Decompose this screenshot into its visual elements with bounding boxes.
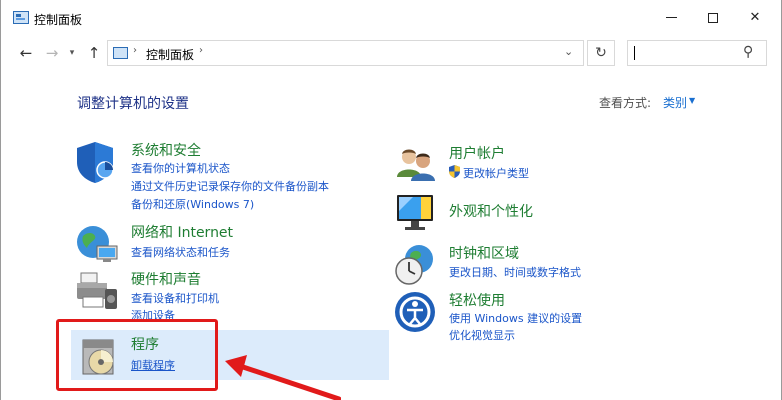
link-file-history-backup[interactable]: 通过文件历史记录保存你的文件备份副本 [131, 178, 329, 194]
monitor-paint-icon [397, 195, 433, 230]
category-title[interactable]: 网络和 Internet [131, 222, 233, 242]
link-change-account-type[interactable]: 更改帐户类型 [463, 165, 529, 181]
control-panel-window: 控制面板 ✕ ← → ▾ ↑ › 控制面板 › ⌄ ↻ ⚲ 调整计算机的设置 查… [0, 0, 782, 400]
recent-locations-button[interactable]: ▾ [65, 42, 79, 64]
search-input[interactable]: ⚲ [627, 40, 767, 66]
category-title[interactable]: 轻松使用 [449, 290, 505, 310]
navigation-bar: ← → ▾ ↑ › 控制面板 › ⌄ ↻ ⚲ [1, 36, 781, 72]
address-dropdown-icon[interactable]: ⌄ [564, 45, 573, 58]
category-title[interactable]: 时钟和区域 [449, 243, 519, 263]
category-title[interactable]: 系统和安全 [131, 140, 201, 160]
maximize-icon [708, 12, 718, 23]
category-title[interactable]: 硬件和声音 [131, 269, 201, 289]
close-icon: ✕ [749, 10, 761, 25]
category-system-security: 系统和安全 查看你的计算机状态 通过文件历史记录保存你的文件备份副本 备份和还原… [75, 140, 375, 212]
address-bar[interactable]: › 控制面板 › ⌄ [107, 40, 584, 66]
ease-of-access-icon [395, 292, 435, 332]
shield-icon [77, 142, 114, 183]
link-devices-printers[interactable]: 查看设备和打印机 [131, 290, 219, 306]
link-optimize-visual-display[interactable]: 优化视觉显示 [449, 327, 515, 343]
up-arrow-icon: ↑ [87, 44, 101, 62]
category-title[interactable]: 用户帐户 [449, 143, 505, 163]
breadcrumb-separator[interactable]: › [133, 45, 137, 56]
link-view-computer-status[interactable]: 查看你的计算机状态 [131, 160, 230, 176]
category-network-internet: 网络和 Internet 查看网络状态和任务 [75, 222, 375, 266]
minimize-button[interactable] [651, 6, 691, 30]
window-title: 控制面板 [34, 13, 83, 27]
annotation-highlight-box [56, 319, 218, 391]
control-panel-icon [113, 47, 128, 59]
title-bar[interactable]: 控制面板 ✕ [1, 0, 781, 36]
category-user-accounts: 用户帐户 更改帐户类型 [393, 143, 693, 187]
link-date-time-format[interactable]: 更改日期、时间或数字格式 [449, 264, 581, 280]
network-globe-icon [77, 226, 118, 262]
category-hardware-sound: 硬件和声音 查看设备和打印机 添加设备 [75, 269, 375, 323]
refresh-icon: ↻ [595, 45, 607, 61]
link-windows-suggested-settings[interactable]: 使用 Windows 建议的设置 [449, 310, 582, 326]
breadcrumb-control-panel[interactable]: 控制面板 [146, 46, 194, 63]
search-icon[interactable]: ⚲ [743, 44, 753, 60]
category-title[interactable]: 外观和个性化 [449, 201, 533, 221]
up-button[interactable]: ↑ [83, 42, 105, 64]
chevron-down-icon[interactable]: ▼ [689, 96, 695, 105]
uac-shield-icon [449, 165, 460, 178]
annotation-arrow-icon [225, 355, 341, 400]
breadcrumb-separator[interactable]: › [199, 45, 203, 56]
maximize-button[interactable] [693, 6, 733, 30]
category-ease-of-access: 轻松使用 使用 Windows 建议的设置 优化视觉显示 [393, 290, 693, 344]
minimize-icon [665, 17, 677, 18]
control-panel-icon [13, 11, 29, 24]
back-arrow-icon: ← [19, 44, 33, 62]
users-icon [397, 149, 435, 181]
forward-button[interactable]: → [41, 42, 63, 64]
refresh-button[interactable]: ↻ [587, 40, 615, 66]
view-by-dropdown[interactable]: 类别 [663, 94, 687, 111]
chevron-down-icon: ▾ [69, 48, 75, 58]
view-by-label: 查看方式: [599, 96, 652, 110]
printer-icon [77, 272, 117, 309]
back-button[interactable]: ← [15, 42, 37, 64]
text-caret [634, 46, 635, 60]
page-title: 调整计算机的设置 [77, 96, 189, 112]
category-clock-region: 时钟和区域 更改日期、时间或数字格式 [393, 243, 693, 287]
clock-globe-icon [395, 245, 433, 285]
category-appearance: 外观和个性化 [393, 191, 693, 235]
forward-arrow-icon: → [45, 44, 59, 62]
close-button[interactable]: ✕ [735, 6, 775, 30]
link-backup-restore[interactable]: 备份和还原(Windows 7) [131, 196, 254, 212]
link-network-status[interactable]: 查看网络状态和任务 [131, 244, 230, 260]
